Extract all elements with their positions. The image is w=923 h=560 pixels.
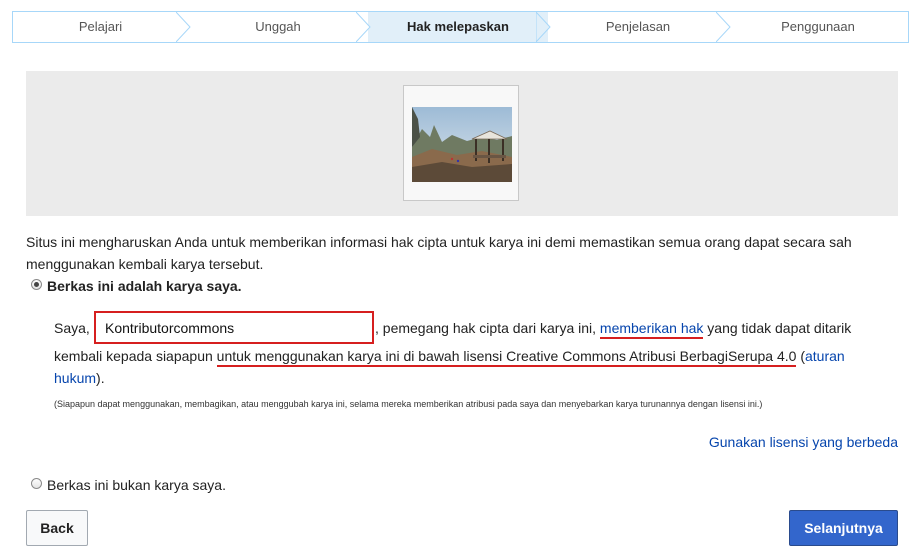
use-different-license-link[interactable]: Gunakan lisensi yang berbeda bbox=[709, 434, 898, 450]
next-button[interactable]: Selanjutnya bbox=[789, 510, 898, 546]
step-chevron-icon bbox=[536, 12, 551, 42]
step-chevron-icon bbox=[716, 12, 731, 42]
step-label: Penjelasan bbox=[605, 19, 671, 34]
paren-open-text: ( bbox=[796, 348, 805, 364]
landscape-thumbnail bbox=[412, 107, 512, 182]
own-work-label[interactable]: Berkas ini adalah karya saya. bbox=[47, 278, 242, 294]
step-label: Pelajari bbox=[78, 19, 123, 34]
step-hak-melepaskan: Hak melepaskan bbox=[368, 12, 548, 42]
after-grant-text: yang tidak dapat ditarik bbox=[703, 320, 852, 336]
license-sentence-line3: hukum). bbox=[54, 370, 105, 386]
saya-text: Saya, bbox=[54, 320, 90, 336]
step-unggah: Unggah bbox=[188, 12, 368, 42]
back-button[interactable]: Back bbox=[26, 510, 88, 546]
step-label: Hak melepaskan bbox=[407, 19, 509, 34]
step-penggunaan: Penggunaan bbox=[728, 12, 908, 42]
not-own-work-label[interactable]: Berkas ini bukan karya saya. bbox=[47, 477, 226, 493]
file-preview-area bbox=[26, 71, 898, 216]
paren-close-text: ). bbox=[96, 370, 105, 386]
step-chevron-icon bbox=[356, 12, 378, 42]
upload-wizard-steps: Pelajari Unggah Hak melepaskan Penjelasa… bbox=[12, 11, 909, 43]
grant-rights-link[interactable]: memberikan hak bbox=[599, 320, 704, 339]
step-label: Penggunaan bbox=[781, 19, 855, 34]
radio-unchecked-icon[interactable] bbox=[31, 478, 42, 489]
step-penjelasan: Penjelasan bbox=[548, 12, 728, 42]
author-name-input[interactable] bbox=[94, 311, 374, 344]
step-pelajari: Pelajari bbox=[13, 12, 188, 42]
file-thumbnail-frame bbox=[403, 85, 519, 201]
line2-prefix-text: kembali kepada siapapun bbox=[54, 348, 217, 364]
license-sentence-line2: kembali kepada siapapun untuk menggunaka… bbox=[54, 348, 845, 367]
license-summary-note: (Siapapun dapat menggunakan, membagikan,… bbox=[54, 399, 763, 409]
legal-code-link-cont[interactable]: hukum bbox=[54, 370, 96, 386]
after-input-text: , pemegang hak cipta dari karya ini, bbox=[375, 320, 600, 336]
copyright-intro-text: Situs ini mengharuskan Anda untuk member… bbox=[26, 234, 852, 272]
license-link[interactable]: untuk menggunakan karya ini di bawah lis… bbox=[216, 348, 797, 367]
step-chevron-icon bbox=[176, 12, 191, 42]
radio-checked-icon[interactable] bbox=[31, 279, 42, 290]
step-label: Unggah bbox=[255, 19, 301, 34]
legal-code-link[interactable]: aturan bbox=[805, 348, 845, 364]
license-sentence-line1: , pemegang hak cipta dari karya ini, mem… bbox=[375, 320, 852, 339]
